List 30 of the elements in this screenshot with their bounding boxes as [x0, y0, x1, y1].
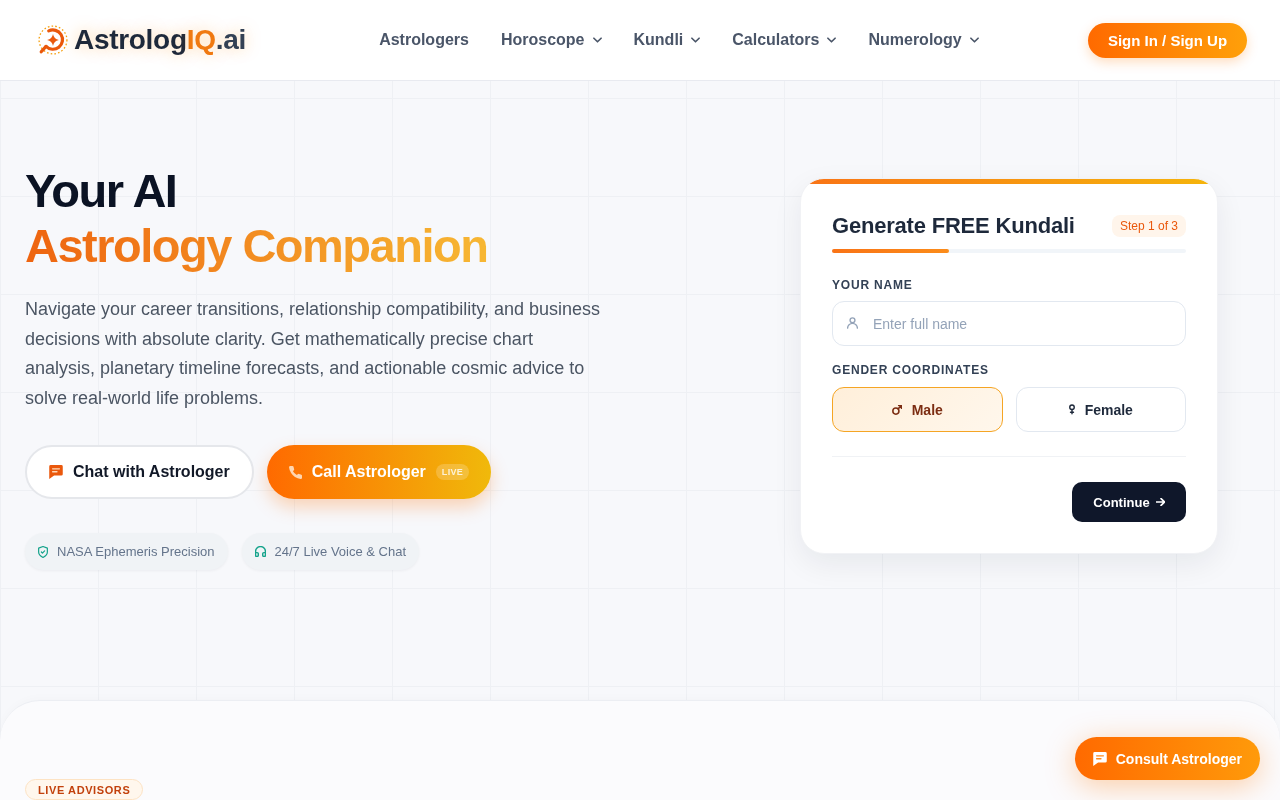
hero-heading: Your AI Astrology Companion [25, 163, 489, 273]
male-symbol-icon [891, 404, 902, 415]
user-icon [847, 317, 858, 329]
chat-bubble-icon [49, 465, 63, 479]
name-input-field[interactable]: Enter full name [832, 301, 1186, 346]
field-label: GENDER COORDINATES [832, 363, 990, 377]
nav-link[interactable]: Calculators [732, 31, 837, 49]
nav-link[interactable]: Kundli [633, 31, 701, 49]
nav-link[interactable]: Astrologers [379, 31, 469, 49]
arrow-right-icon [1155, 498, 1165, 506]
field-label: YOUR NAME [832, 278, 914, 292]
chat-bubble-icon [1092, 751, 1107, 766]
feature-label: 24/7 Live Voice & Chat [274, 544, 407, 559]
nav-link[interactable]: Numerology [868, 31, 979, 49]
shield-check-icon [38, 545, 48, 558]
phone-icon [288, 465, 302, 479]
section-badge: LIVE ADVISORS [25, 779, 144, 800]
female-symbol-icon [1068, 404, 1075, 415]
form-title: Generate FREE Kundali [832, 213, 1075, 239]
step-badge: Step 1 of 3 [1111, 215, 1186, 237]
live-badge: LIVE [435, 464, 470, 480]
headset-icon [254, 546, 266, 557]
feature-label: NASA Ephemeris Precision [57, 544, 215, 559]
logo-text[interactable]: AstrologIQ.ai [74, 24, 246, 56]
chat-button[interactable]: Chat with Astrologer [25, 445, 254, 499]
hero-description: Navigate your career transitions, relationship compatibility, and business decisions with absolute clarity. Get mathematically precise chart analysis, planetary timeline forecasts, and actionable cosmic advice to solve real-world life problems. [25, 298, 601, 410]
nav-link[interactable]: Horoscope [500, 31, 602, 49]
continue-button[interactable]: Continue [1072, 482, 1186, 522]
gender-option[interactable]: Female [1015, 387, 1186, 432]
gender-option[interactable]: Male [832, 387, 1003, 432]
